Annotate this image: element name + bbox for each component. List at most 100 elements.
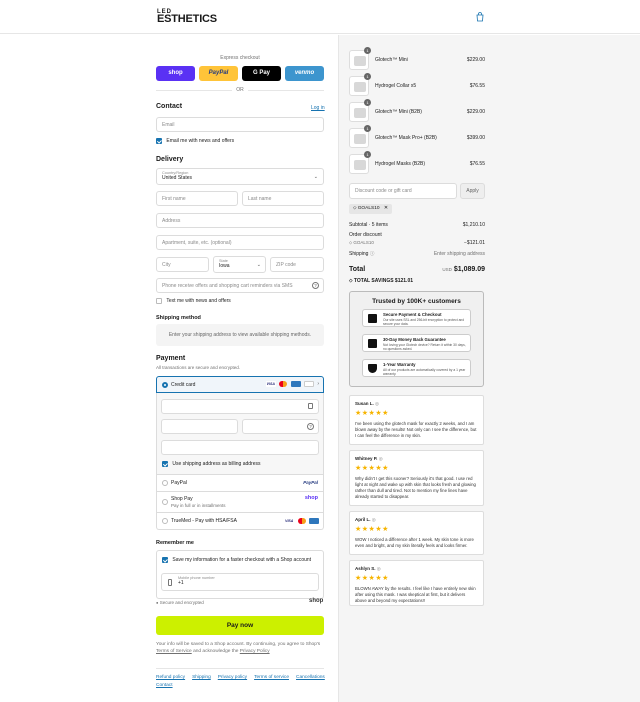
save-info-checkbox[interactable] — [162, 557, 168, 563]
shop-pay-express-button[interactable]: shop — [156, 66, 195, 81]
truemed-radio[interactable] — [162, 518, 168, 524]
apartment-input[interactable]: Apartment, suite, etc. (optional) — [156, 235, 324, 250]
total-amount-group: USD $1,089.09 — [442, 266, 485, 273]
paypal-express-button[interactable]: PayPal — [199, 66, 238, 81]
discover-icon — [303, 381, 314, 387]
paypal-radio[interactable] — [162, 480, 168, 486]
cart-item: 1 Hydrogel Masks (B2B) $76.55 — [349, 151, 485, 176]
verified-icon: ◎ — [378, 456, 383, 461]
phone-input[interactable]: Phone receive offers and shopping cart r… — [156, 278, 324, 293]
google-pay-express-button[interactable]: G Pay — [242, 66, 281, 81]
shop-pay-sublabel: Pay in full or in installments — [171, 503, 226, 508]
card-details-panel: ? Use shipping address as billing addres… — [156, 393, 324, 475]
order-discount-row: Order discount — [349, 232, 485, 238]
review-text: Why didn't I get this sooner? Seriously … — [355, 476, 476, 499]
reviewer-name: April L. ◎ — [355, 517, 376, 522]
last-name-input[interactable]: Last name — [242, 191, 324, 206]
reviewer-name: Susan L. ◎ — [355, 401, 379, 406]
country-value: United States — [162, 175, 193, 181]
help-icon[interactable]: ? — [312, 282, 319, 289]
trust-badge-warranty: 1-Year Warranty All of our products are … — [362, 359, 471, 377]
venmo-express-button[interactable]: venmo — [285, 66, 324, 81]
mobile-phone-input[interactable]: Mobile phone number +1 — [161, 573, 319, 591]
help-icon[interactable]: ⓘ — [370, 251, 375, 256]
cart-item: 1 Glotech™ Mini $229.00 — [349, 47, 485, 72]
state-value: Iowa — [219, 263, 230, 269]
delivery-title: Delivery — [156, 156, 184, 163]
shipping-link[interactable]: Shipping — [192, 675, 211, 680]
paypal-label: PayPal — [171, 480, 187, 486]
security-code-input[interactable]: ? — [242, 419, 319, 434]
cart-item: 1 Hydrogel Collar x5 $76.55 — [349, 73, 485, 98]
shopping-bag-icon[interactable] — [475, 12, 485, 22]
news-checkbox[interactable] — [156, 138, 162, 144]
remove-discount-icon[interactable]: ✕ — [384, 206, 388, 211]
login-link[interactable]: Log in — [311, 105, 325, 111]
refund-policy-link[interactable]: Refund policy — [156, 675, 185, 680]
quantity-badge: 1 — [364, 73, 371, 80]
zip-input[interactable]: ZIP code — [270, 257, 324, 272]
shipping-value: Enter shipping address — [433, 251, 485, 257]
address-input[interactable]: Address — [156, 213, 324, 228]
payment-title: Payment — [156, 355, 186, 362]
discount-chip-code: GOALS10 — [357, 206, 380, 211]
apply-discount-button[interactable]: Apply — [460, 183, 485, 199]
discount-code-input[interactable]: Discount code or gift card — [349, 183, 457, 199]
contact-link[interactable]: Contact — [156, 683, 173, 688]
credit-card-radio[interactable] — [162, 382, 168, 388]
lock-icon — [308, 403, 313, 409]
product-price: $76.55 — [469, 83, 485, 89]
product-name: Glotech™ Mini — [375, 57, 408, 63]
paypal-option[interactable]: PayPal PayPal — [156, 475, 324, 492]
help-icon[interactable]: ? — [307, 423, 314, 430]
country-select[interactable]: Country/Region United States ⌄ — [156, 168, 324, 185]
secure-label: Secure and encrypted — [159, 600, 204, 605]
text-checkbox-row[interactable]: Text me with news and offers — [156, 298, 231, 304]
state-select[interactable]: State Iowa ⌄ — [213, 256, 266, 273]
pay-now-button[interactable]: Pay now — [156, 616, 324, 635]
save-info-row[interactable]: Save my information for a faster checkou… — [162, 557, 311, 563]
quantity-badge: 1 — [364, 151, 371, 158]
privacy-link[interactable]: Privacy Policy — [240, 649, 270, 654]
legal-text-before: Your info will be saved to a Shop accoun… — [156, 642, 321, 647]
name-on-card-input[interactable] — [161, 440, 319, 455]
shipping-label: Shipping — [349, 251, 369, 257]
terms-link[interactable]: Terms of Service — [156, 649, 192, 654]
billing-checkbox-label: Use shipping address as billing address — [172, 461, 261, 468]
shop-pay-option[interactable]: Shop Pay Pay in full or in installments … — [156, 492, 324, 513]
shield-icon — [368, 364, 377, 373]
discount-chip: ⬦ GOALS10 ✕ — [349, 204, 392, 214]
first-name-input[interactable]: First name — [156, 191, 238, 206]
truemed-option[interactable]: TrueMed - Pay with HSA/FSA VISA — [156, 513, 324, 530]
review-stars: ★★★★★ — [355, 575, 389, 582]
total-label: Total — [349, 266, 366, 273]
review-text: BLOWN AWAY by the results. I feel like I… — [355, 586, 476, 603]
card-number-input[interactable] — [161, 399, 319, 414]
remember-me-box: Save my information for a faster checkou… — [156, 550, 324, 599]
billing-checkbox-row[interactable]: Use shipping address as billing address — [162, 461, 261, 467]
credit-card-label: Credit card — [171, 382, 196, 388]
credit-card-option[interactable]: Credit card VISA › — [156, 376, 324, 393]
shop-pay-radio[interactable] — [162, 499, 168, 505]
cart-item: 1 Glotech™ Mini (B2B) $229.00 — [349, 99, 485, 124]
remember-me-title: Remember me — [156, 540, 194, 546]
currency-label: USD — [442, 267, 452, 272]
trust-badge-title: 30-Day Money Back Guarantee — [383, 337, 446, 342]
brand-logo[interactable]: LED ESTHETICS — [157, 9, 217, 25]
city-input[interactable]: City — [156, 257, 209, 272]
chevron-down-icon: ⌄ — [313, 174, 318, 180]
review-card: April L. ◎ ★★★★★ WOW I noticed a differe… — [349, 511, 484, 555]
text-checkbox[interactable] — [156, 298, 162, 304]
secure-row: ● Secure and encrypted — [156, 600, 204, 605]
billing-checkbox[interactable] — [162, 461, 168, 467]
express-checkout-title: Express checkout — [220, 55, 260, 61]
expiration-date-input[interactable] — [161, 419, 238, 434]
privacy-policy-link[interactable]: Privacy policy — [218, 675, 247, 680]
news-checkbox-row[interactable]: Email me with news and offers — [156, 138, 234, 144]
discount-code-label: GOALS10 — [353, 240, 374, 245]
shop-pay-label: Shop Pay — [171, 496, 193, 502]
email-input[interactable]: Email — [156, 117, 324, 132]
cancellations-link[interactable]: Cancellations — [296, 675, 325, 680]
terms-of-service-link[interactable]: Terms of service — [254, 675, 289, 680]
order-discount-label: Order discount — [349, 232, 382, 238]
